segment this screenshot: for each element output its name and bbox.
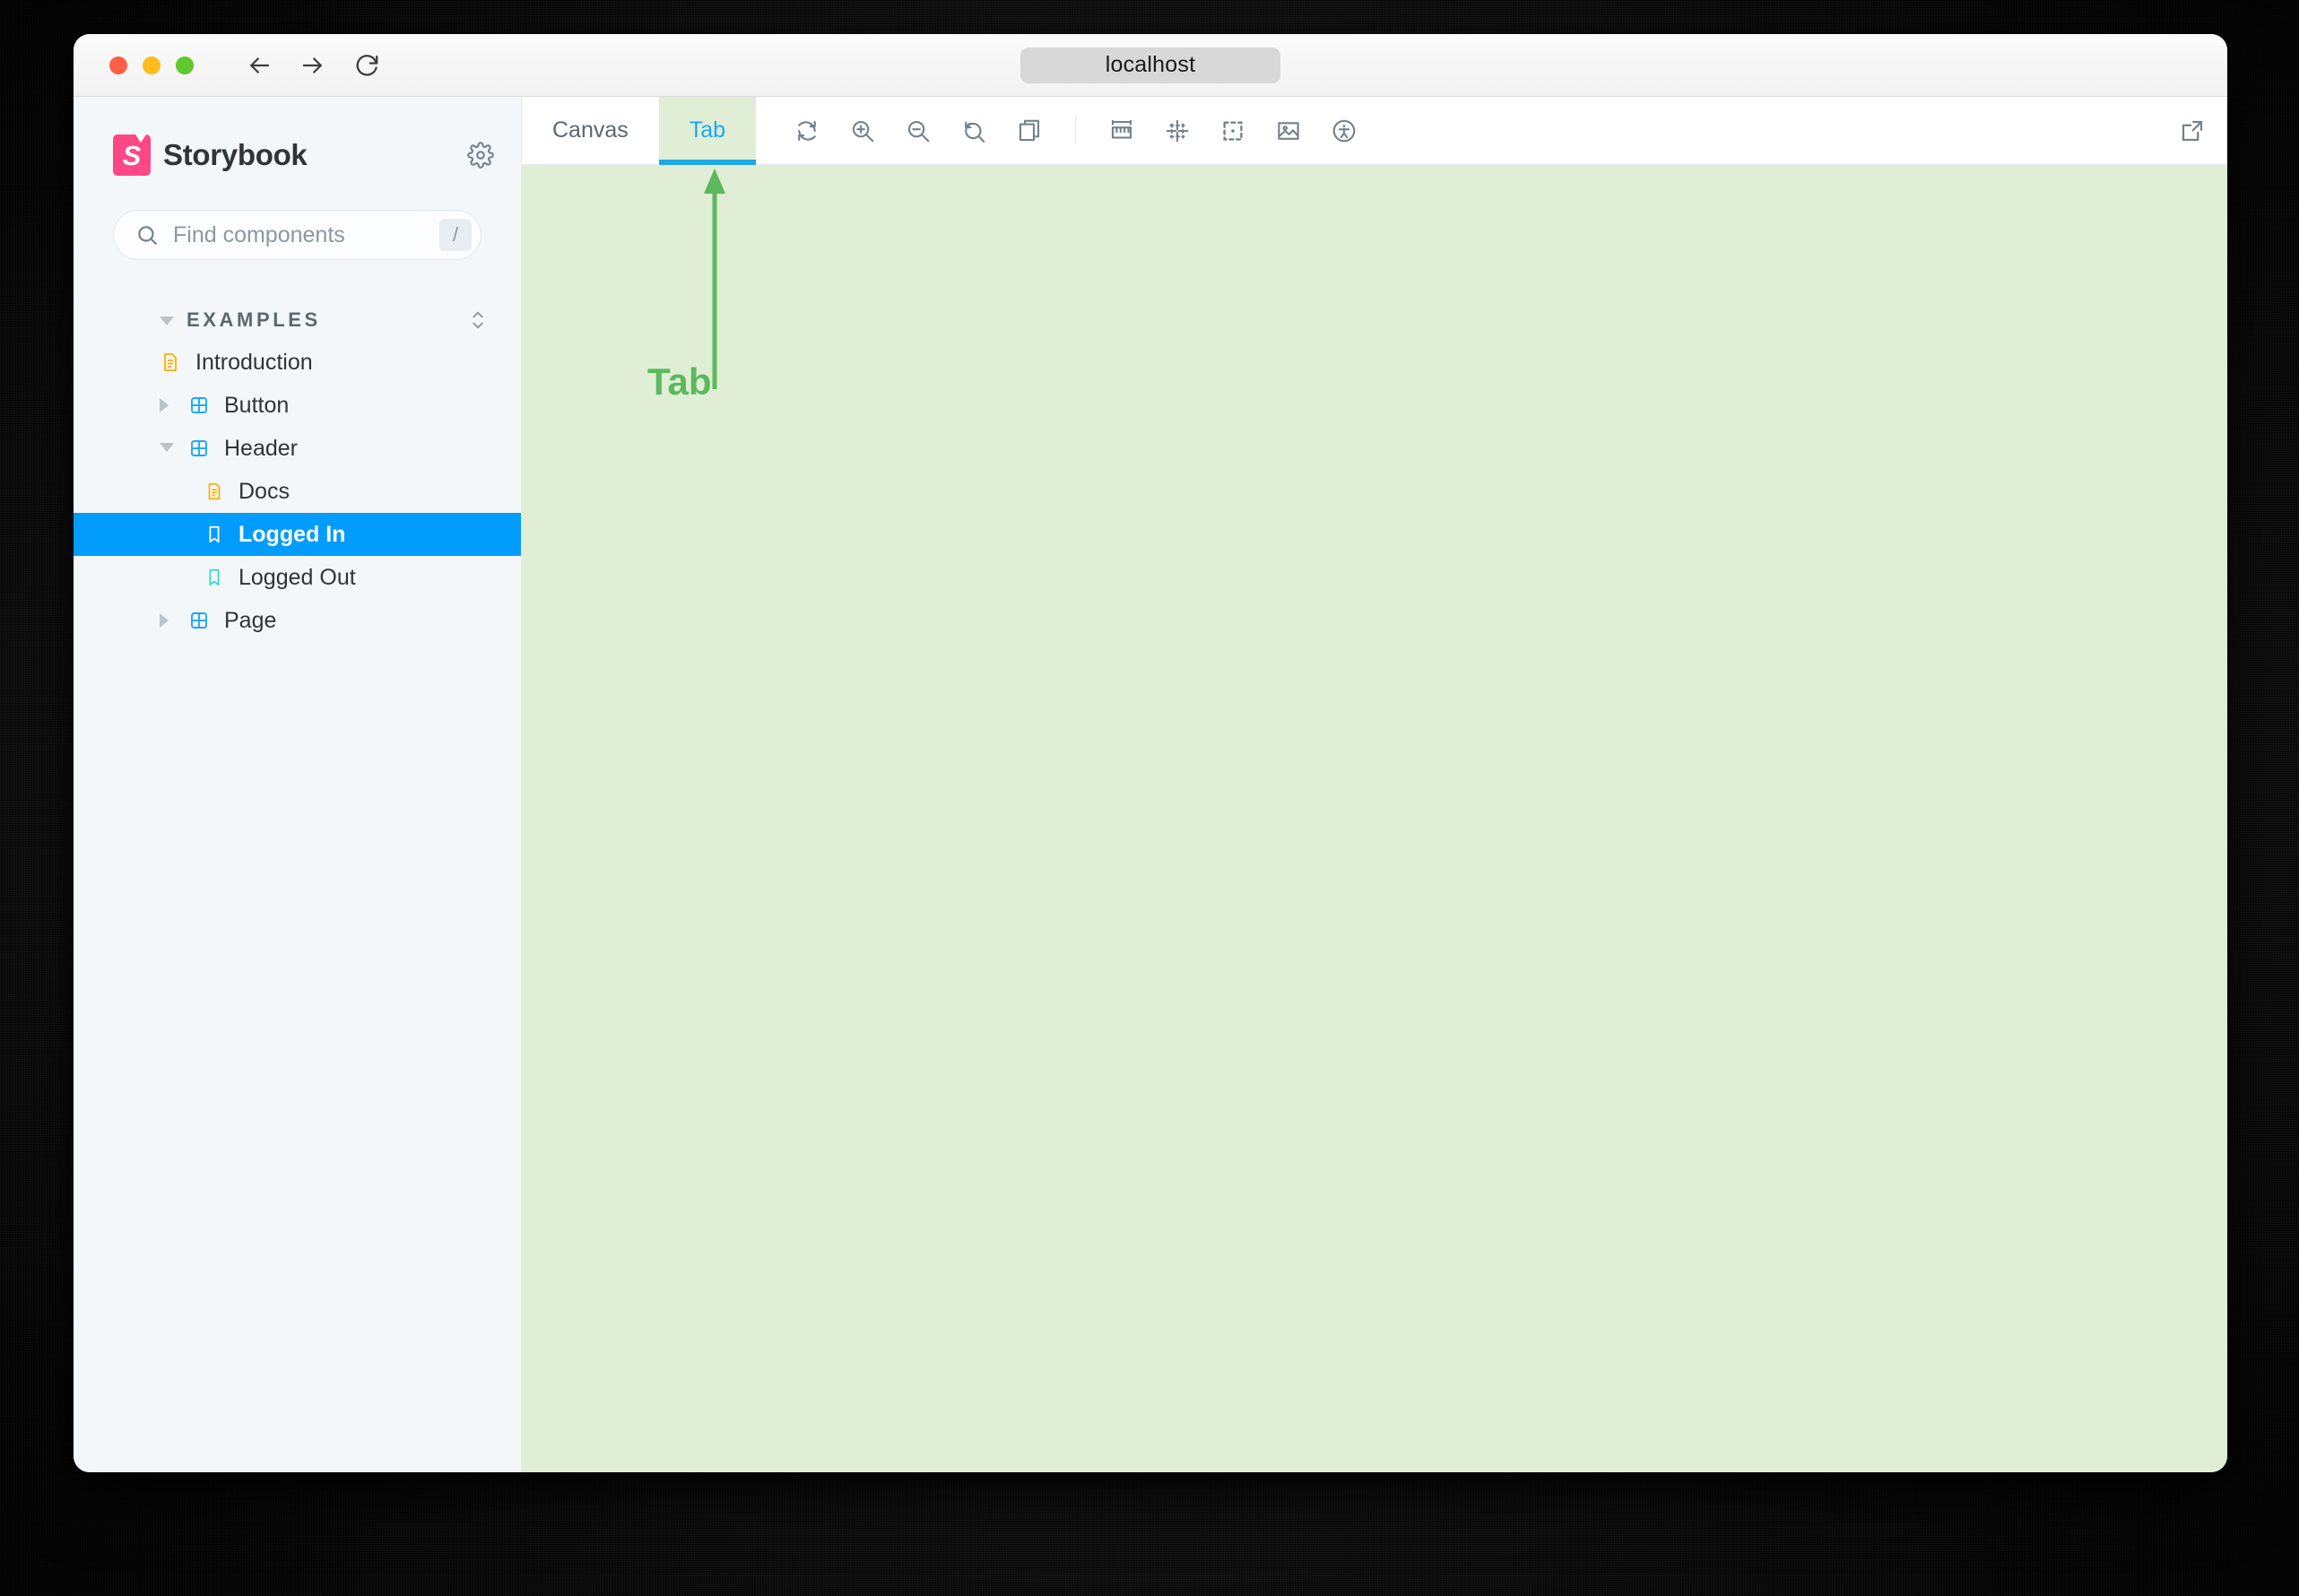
chevron-updown-icon[interactable]: [469, 308, 487, 332]
tab-label: Canvas: [552, 117, 629, 143]
chevron-right-icon[interactable]: [160, 398, 169, 412]
address-bar-text: localhost: [1105, 52, 1196, 77]
tab-canvas[interactable]: Canvas: [522, 97, 659, 164]
minimize-window-button[interactable]: [143, 56, 160, 74]
gear-icon[interactable]: [467, 142, 494, 169]
component-tree: EXAMPLES Introduction Button Header Docs…: [74, 299, 521, 642]
chevron-down-icon[interactable]: [160, 443, 174, 452]
remount-icon[interactable]: [792, 116, 822, 146]
browser-window: localhost S Storybook Find components / …: [74, 34, 2227, 1472]
sidebar-item-label: Header: [224, 435, 298, 461]
zoom-out-icon[interactable]: [903, 116, 933, 146]
maximize-window-button[interactable]: [176, 56, 194, 74]
grid-dots-icon[interactable]: [1162, 116, 1193, 146]
storybook-brand-title: Storybook: [163, 138, 308, 171]
sidebar-item-logged-out[interactable]: Logged Out: [74, 556, 521, 599]
component-icon: [188, 438, 210, 459]
browser-titlebar: localhost: [74, 34, 2227, 97]
tree-section-label: EXAMPLES: [187, 308, 321, 331]
storybook-logo-icon: S: [113, 134, 151, 176]
outline-icon[interactable]: [1218, 116, 1248, 146]
sidebar-item-label: Logged Out: [239, 564, 356, 590]
document-icon: [204, 481, 224, 501]
sidebar-item-button[interactable]: Button: [74, 384, 521, 427]
sidebar-item-docs[interactable]: Docs: [74, 470, 521, 513]
back-arrow-icon[interactable]: [246, 52, 273, 79]
address-bar[interactable]: localhost: [1020, 47, 1280, 83]
document-icon: [160, 351, 181, 373]
grid-stack-icon[interactable]: [1014, 116, 1045, 146]
search-placeholder: Find components: [173, 221, 345, 247]
zoom-reset-icon[interactable]: [959, 116, 989, 146]
component-icon: [188, 610, 210, 631]
storybook-sidebar: S Storybook Find components / EXAMPLES I…: [74, 97, 522, 1472]
tab-tab[interactable]: Tab: [658, 97, 757, 165]
close-window-button[interactable]: [109, 56, 127, 74]
sidebar-item-header[interactable]: Header: [74, 427, 521, 470]
sidebar-item-label: Docs: [239, 478, 290, 504]
sidebar-item-logged-in[interactable]: Logged In: [74, 513, 521, 556]
app-content: S Storybook Find components / EXAMPLES I…: [74, 97, 2227, 1472]
accessibility-icon[interactable]: [1329, 116, 1359, 146]
annotation-label: Tab: [647, 360, 712, 403]
sidebar-item-label: Introduction: [195, 349, 313, 375]
story-bookmark-icon: [204, 525, 224, 544]
search-icon: [135, 223, 159, 247]
tree-section-examples[interactable]: EXAMPLES: [74, 299, 521, 341]
background-image-icon[interactable]: [1273, 116, 1304, 146]
sidebar-item-page[interactable]: Page: [74, 599, 521, 642]
measure-ruler-icon[interactable]: [1106, 116, 1137, 146]
forward-arrow-icon[interactable]: [299, 52, 326, 79]
preview-pane: Canvas Tab Tab: [522, 97, 2227, 1472]
toolbar-group-left: [772, 97, 1064, 164]
chevron-right-icon[interactable]: [160, 613, 169, 628]
sidebar-item-label: Button: [224, 392, 290, 418]
open-in-new-icon[interactable]: [2177, 116, 2208, 146]
toolbar-divider: [1075, 117, 1077, 144]
sidebar-item-introduction[interactable]: Introduction: [74, 341, 521, 384]
preview-toolbar: Canvas Tab: [522, 97, 2227, 165]
storybook-logo-letter: S: [122, 139, 142, 171]
browser-nav-buttons: [246, 52, 380, 79]
search-shortcut-badge: /: [439, 219, 472, 251]
story-bookmark-icon: [204, 568, 224, 587]
component-icon: [188, 395, 210, 416]
story-canvas: Tab: [522, 165, 2227, 1472]
sidebar-header: S Storybook: [74, 97, 521, 176]
tab-label: Tab: [689, 117, 726, 143]
toolbar-group-right: [1087, 97, 1379, 164]
sidebar-item-label: Logged In: [239, 521, 346, 547]
window-traffic-lights: [109, 56, 194, 74]
sidebar-item-label: Page: [224, 607, 277, 633]
reload-icon[interactable]: [353, 52, 380, 79]
section-expand-caret-icon[interactable]: [160, 317, 174, 325]
zoom-in-icon[interactable]: [847, 116, 878, 146]
search-input[interactable]: Find components /: [113, 210, 481, 260]
toolbar-group-far-right: [2157, 97, 2227, 164]
